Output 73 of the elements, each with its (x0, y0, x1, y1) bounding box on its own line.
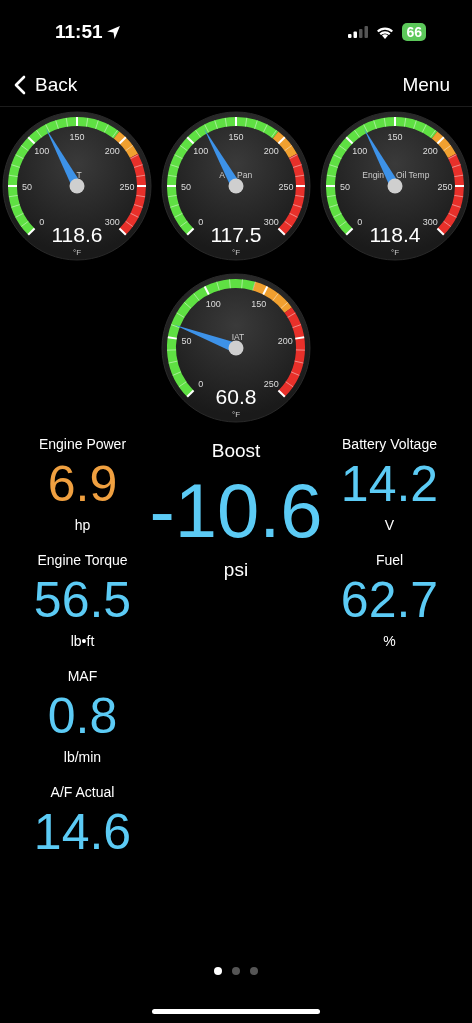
tick-label: 250 (437, 181, 453, 192)
wifi-icon (376, 25, 395, 39)
tick-label: 250 (263, 378, 279, 389)
tick-label: 150 (69, 131, 85, 142)
tick-label: 50 (181, 181, 191, 192)
metric-value: 0.8 (47, 687, 118, 746)
metric-label: Fuel (375, 551, 404, 569)
metric-unit: V (384, 516, 395, 535)
tick-label: 300 (422, 216, 438, 227)
metric-value: 56.5 (33, 571, 132, 630)
gauge-label: IAT (231, 332, 245, 342)
page-dot[interactable] (232, 967, 240, 975)
metric-label: Boost (211, 439, 261, 463)
gauge-reading: 117.5 (210, 223, 262, 246)
tick-label: 200 (263, 146, 279, 157)
battery-level: 66 (402, 23, 426, 41)
tick-label: 0 (357, 216, 363, 227)
tick-label: 200 (104, 146, 120, 157)
metric-unit: psi (223, 559, 249, 581)
metric-label: Battery Voltage (342, 435, 437, 453)
metric-unit: % (383, 632, 396, 651)
gauge-label: T (76, 170, 82, 180)
gauge-label: A (219, 170, 225, 180)
metric-value: -10.6 (149, 467, 323, 555)
gauge-unit: °F (231, 410, 241, 419)
tick-label: 300 (104, 216, 120, 227)
location-arrow-icon (105, 24, 121, 40)
tick-label: 100 (352, 146, 368, 157)
tick-label: 0 (198, 378, 204, 389)
metric-label: MAF (67, 667, 98, 685)
metric-value: 62.7 (340, 571, 439, 630)
gauge-reading: 60.8 (215, 385, 257, 408)
tick-label: 50 (340, 181, 350, 192)
needle (174, 324, 244, 356)
metric-label: Engine Torque (37, 551, 128, 569)
status-time: 11:51 (55, 21, 103, 43)
gauge-label: Engin (362, 170, 384, 180)
tick-label: 100 (205, 298, 221, 309)
tick-label: 0 (198, 216, 204, 227)
tick-label: 300 (263, 216, 279, 227)
metric-value: 14.2 (340, 455, 439, 514)
tick-label: 200 (277, 335, 293, 346)
gauge-unit: °F (231, 248, 241, 257)
gauge-reading: 118.4 (369, 223, 421, 246)
metric-value: 14.6 (33, 803, 132, 862)
tick-label: 150 (251, 298, 267, 309)
metric-unit: hp (74, 516, 91, 535)
tick-label: 100 (34, 146, 50, 157)
metric-label: Engine Power (38, 435, 127, 453)
page-dot[interactable] (250, 967, 258, 975)
tick-label: 250 (119, 181, 135, 192)
tick-label: 0 (39, 216, 45, 227)
metric-unit: lb/min (63, 748, 102, 767)
page-dot[interactable] (214, 967, 222, 975)
tick-label: 250 (278, 181, 294, 192)
back-chevron-icon[interactable] (14, 75, 26, 95)
signal-icon (348, 26, 369, 38)
menu-button[interactable]: Menu (402, 74, 450, 96)
back-button[interactable]: Back (14, 74, 78, 96)
tick-label: 200 (422, 146, 438, 157)
gauge-reading: 118.6 (51, 223, 103, 246)
gauge-unit: °F (72, 248, 82, 257)
tick-label: 50 (181, 335, 192, 346)
tick-label: 150 (387, 131, 403, 142)
tick-label: 150 (228, 131, 244, 142)
metric-label: A/F Actual (50, 783, 115, 801)
tick-label: 50 (22, 181, 32, 192)
tick-label: 100 (193, 146, 209, 157)
gauge-unit: °F (390, 248, 400, 257)
metric-value: 6.9 (47, 455, 118, 514)
gauge-label: Oil Temp (396, 170, 430, 180)
metric-unit: lb•ft (70, 632, 95, 651)
gauge-label: Pan (237, 170, 253, 180)
